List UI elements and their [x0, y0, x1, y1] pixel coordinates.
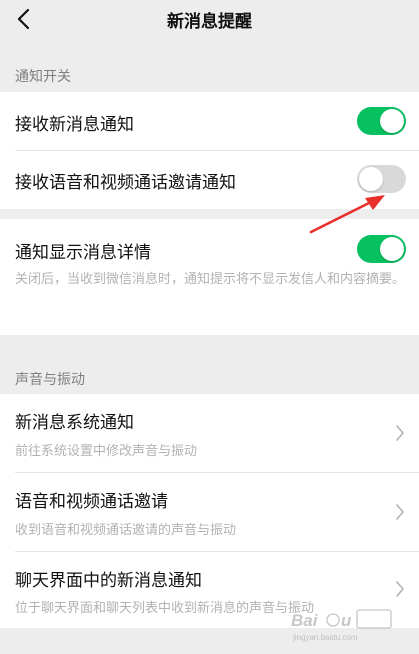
svg-text:u: u [341, 611, 352, 630]
setting-description: 关闭后，当收到微信消息时，通知提示将不显示发信人和内容摘要。 [15, 272, 406, 287]
setting-row-voice-video-invite[interactable]: 语音和视频通话邀请 收到语音和视频通话邀请的声音与振动 [0, 473, 419, 551]
setting-label: 语音和视频通话邀请 [15, 492, 168, 512]
chevron-right-icon [396, 504, 404, 520]
setting-label: 新消息系统通知 [15, 413, 134, 433]
setting-subtitle: 位于聊天界面和聊天列表中收到新消息的声音与振动 [15, 601, 315, 616]
setting-label: 接收新消息通知 [15, 115, 134, 135]
toggle-knob [380, 237, 404, 261]
setting-subtitle: 收到语音和视频通话邀请的声音与振动 [15, 523, 237, 538]
toggle-knob [359, 167, 383, 191]
annotation-arrow [309, 195, 385, 234]
toggle-voice-video[interactable] [357, 165, 406, 193]
setting-label: 通知显示消息详情 [15, 243, 151, 263]
setting-label: 聊天界面中的新消息通知 [15, 571, 202, 591]
toggle-receive-new[interactable] [357, 107, 406, 135]
sound-card: 新消息系统通知 前往系统设置中修改声音与振动 语音和视频通话邀请 收到语音和视频… [0, 394, 419, 628]
section-header-notify: 通知开关 [15, 69, 71, 85]
setting-row-system-notify[interactable]: 新消息系统通知 前往系统设置中修改声音与振动 [0, 394, 419, 472]
page-title: 新消息提醒 [167, 12, 252, 32]
svg-text:Bai: Bai [291, 611, 319, 630]
baidu-watermark-logo: Bai u jingyan.baidu.com [291, 609, 392, 642]
setting-label: 接收语音和视频通话邀请通知 [15, 173, 236, 193]
section-header-sound: 声音与振动 [15, 372, 85, 388]
chevron-right-icon [396, 425, 404, 441]
toggle-knob [380, 109, 404, 133]
setting-row-receive-new[interactable]: 接收新消息通知 [0, 92, 419, 150]
svg-text:jingyan.baidu.com: jingyan.baidu.com [292, 633, 358, 642]
nav-bar: 新消息提醒 [0, 0, 419, 40]
chevron-right-icon [396, 581, 404, 597]
setting-subtitle: 前往系统设置中修改声音与振动 [15, 444, 198, 459]
